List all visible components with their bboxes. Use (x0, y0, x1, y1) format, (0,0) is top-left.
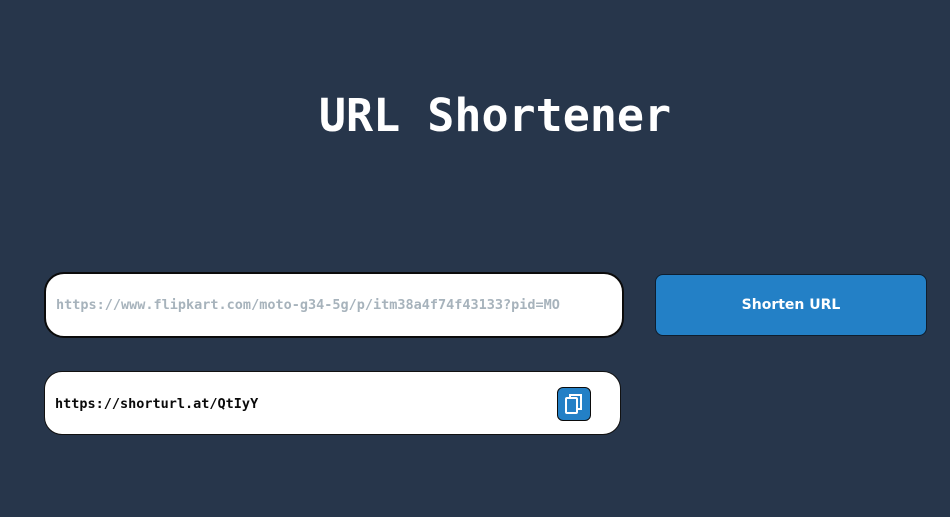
copy-icon (564, 393, 584, 415)
copy-button[interactable] (557, 387, 591, 421)
short-url-result: https://shorturl.at/QtIyY (44, 371, 621, 435)
url-input-container (44, 272, 624, 338)
shorten-url-button[interactable]: Shorten URL (655, 274, 927, 336)
page-title: URL Shortener (318, 89, 672, 142)
url-input[interactable] (56, 274, 616, 336)
short-url-text: https://shorturl.at/QtIyY (55, 396, 259, 412)
